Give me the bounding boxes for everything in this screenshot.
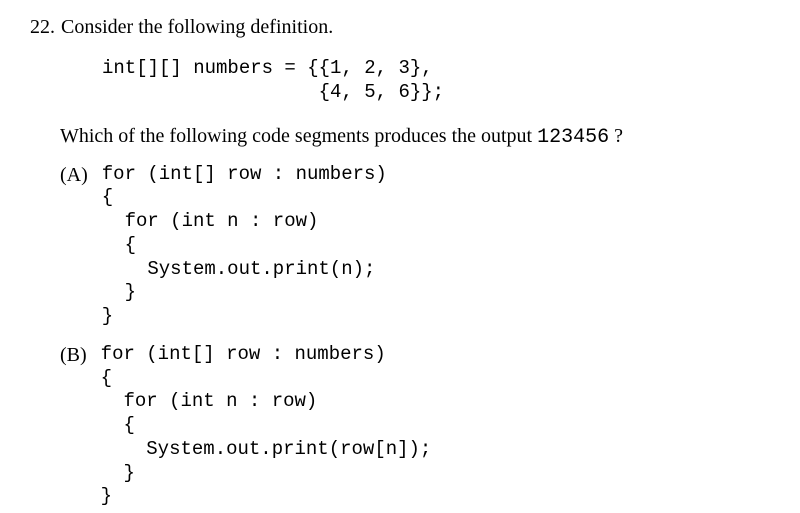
option-b: (B) for (int[] row : numbers) { for (int… bbox=[30, 343, 770, 509]
subquestion-prefix: Which of the following code segments pro… bbox=[60, 125, 537, 147]
definition-code: int[][] numbers = {{1, 2, 3}, {4, 5, 6}}… bbox=[30, 57, 770, 105]
subquestion-output: 123456 bbox=[537, 126, 609, 149]
question-number: 22. bbox=[30, 16, 55, 39]
option-a-label: (A) bbox=[60, 163, 88, 329]
subquestion: Which of the following code segments pro… bbox=[30, 125, 770, 149]
option-a: (A) for (int[] row : numbers) { for (int… bbox=[30, 163, 770, 329]
option-b-code: for (int[] row : numbers) { for (int n :… bbox=[101, 343, 432, 509]
question-text: Consider the following definition. bbox=[61, 16, 333, 39]
option-b-label: (B) bbox=[60, 343, 87, 509]
option-a-code: for (int[] row : numbers) { for (int n :… bbox=[102, 163, 387, 329]
question-header: 22. Consider the following definition. bbox=[30, 16, 770, 39]
subquestion-suffix: ? bbox=[609, 125, 623, 147]
